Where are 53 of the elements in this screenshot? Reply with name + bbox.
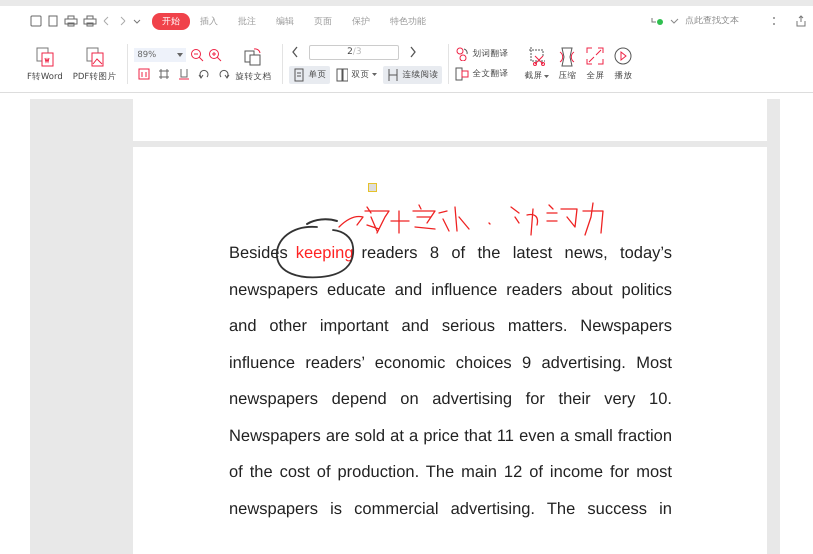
- convert-button[interactable]: PDF转图片: [68, 44, 122, 84]
- double-page-icon[interactable]: [336, 68, 348, 82]
- tool-button[interactable]: 播放: [609, 44, 638, 84]
- page-icon[interactable]: [47, 15, 59, 27]
- next-icon[interactable]: [409, 46, 418, 58]
- text-line: of the cost of production. The main 12 of income for most: [229, 462, 672, 483]
- translate-button[interactable]: 划词翻译: [455, 47, 508, 61]
- print-icon[interactable]: [64, 15, 78, 27]
- fit-page-icon[interactable]: [158, 68, 170, 80]
- fullscreen-icon[interactable]: [585, 46, 606, 67]
- tool-button[interactable]: 全屏: [581, 44, 610, 84]
- rotate-left-icon[interactable]: [198, 68, 210, 80]
- text-line: and other important and serious matters. Newspapers: [229, 316, 672, 337]
- text-line: newspapers is commercial advertising. The success in: [229, 498, 672, 520]
- tool-button[interactable]: 截屏: [520, 44, 554, 84]
- status-icon[interactable]: [650, 16, 664, 26]
- rotate-right-icon[interactable]: [218, 68, 230, 80]
- translate-icon[interactable]: [455, 67, 470, 81]
- previous-icon[interactable]: [291, 46, 300, 58]
- view-mode-button[interactable]: 连续阅读: [383, 66, 442, 84]
- text-line: newspapers educate and influence readers about politics: [229, 280, 672, 300]
- document-icon[interactable]: [34, 46, 56, 68]
- view-mode-button[interactable]: 双页: [332, 66, 382, 84]
- translate-icon[interactable]: [455, 47, 470, 61]
- translate-button[interactable]: 全文翻译: [455, 67, 508, 81]
- save-icon[interactable]: [30, 15, 42, 27]
- zoom-out-icon[interactable]: [190, 48, 204, 62]
- more-icon[interactable]: [771, 15, 777, 27]
- fit-width-icon[interactable]: [178, 68, 190, 80]
- crop-icon[interactable]: [526, 46, 547, 67]
- image-icon[interactable]: [84, 46, 106, 68]
- single-page-icon[interactable]: [293, 68, 306, 82]
- print-icon[interactable]: [83, 15, 97, 27]
- continuous-icon[interactable]: [387, 68, 400, 82]
- play-icon[interactable]: [613, 46, 634, 67]
- caret-icon[interactable]: [544, 74, 550, 78]
- rotate-button[interactable]: 旋转文档: [230, 44, 276, 84]
- share-icon[interactable]: [795, 15, 807, 27]
- menu-tab[interactable]: 开始: [152, 12, 190, 30]
- convert-button[interactable]: F转Word: [22, 44, 68, 84]
- highlighted-word: keeping: [296, 243, 354, 264]
- caret-icon[interactable]: [372, 73, 378, 76]
- view-mode-button[interactable]: 单页: [289, 66, 330, 84]
- zoom-in-icon[interactable]: [208, 48, 222, 62]
- actual-size-icon[interactable]: [138, 68, 150, 80]
- zoom-select[interactable]: 89%: [134, 48, 186, 62]
- text-line: Newspapers are sold at a price that 11 even a small fraction: [229, 426, 672, 446]
- page-field[interactable]: 2/3: [309, 44, 400, 60]
- text-line: influence readers’ economic choices 9 advertising. Most: [229, 352, 672, 374]
- tool-button[interactable]: 压缩: [553, 44, 582, 84]
- text-line: newspapers depend on advertising for their very 10.: [229, 389, 672, 410]
- caret-icon[interactable]: [177, 53, 184, 57]
- text-line: readers 8 of the latest news, today’s: [362, 243, 672, 264]
